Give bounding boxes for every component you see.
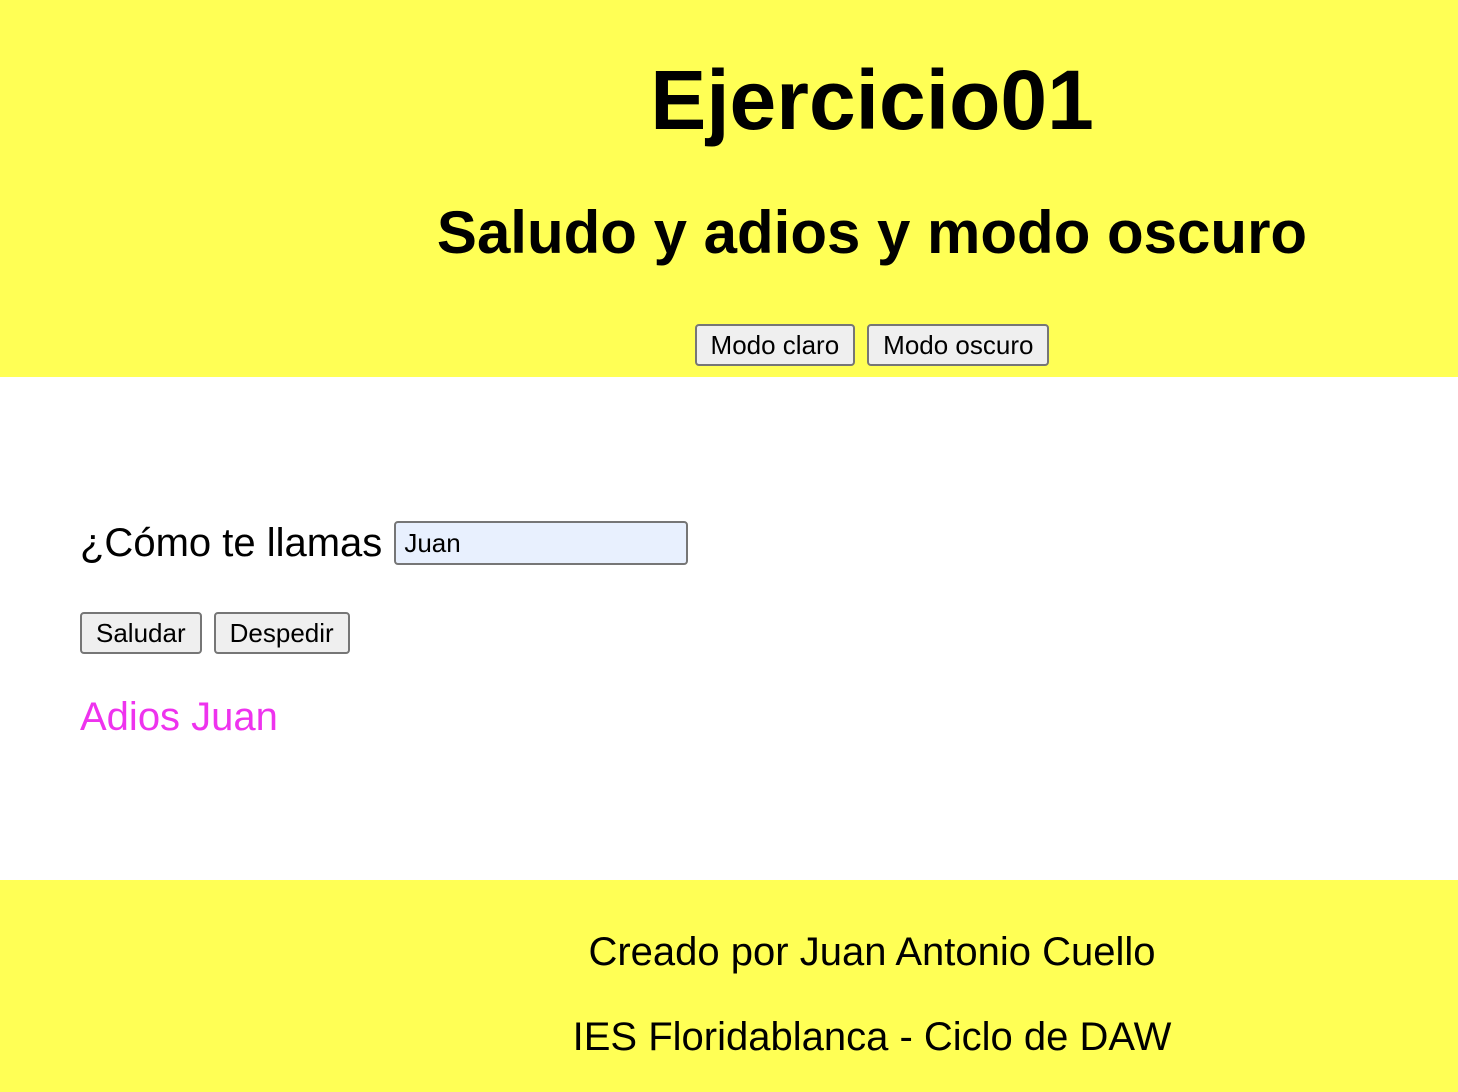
page-footer: Creado por Juan Antonio Cuello IES Flori… [0, 880, 1458, 1092]
page-header: Ejercicio01 Saludo y adios y modo oscuro… [0, 0, 1458, 377]
name-input[interactable] [394, 521, 689, 565]
name-row: ¿Cómo te llamas [80, 520, 689, 566]
dark-mode-button[interactable]: Modo oscuro [867, 324, 1050, 366]
page-subtitle: Saludo y adios y modo oscuro [436, 199, 1308, 266]
name-label: ¿Cómo te llamas [80, 521, 383, 565]
footer-author: Creado por Juan Antonio Cuello [588, 930, 1156, 974]
greet-button[interactable]: Saludar [80, 612, 202, 654]
main-content: ¿Cómo te llamas Saludar Despedir Adios J… [80, 377, 1380, 880]
action-buttons: Saludar Despedir [80, 612, 350, 654]
farewell-button[interactable]: Despedir [213, 612, 350, 654]
light-mode-button[interactable]: Modo claro [694, 324, 856, 366]
page-title: Ejercicio01 [650, 53, 1094, 147]
footer-institution: IES Floridablanca - Ciclo de DAW [572, 1015, 1172, 1059]
theme-toggle-group: Modo claro Modo oscuro [286, 324, 1458, 366]
output-message: Adios Juan [80, 695, 278, 739]
